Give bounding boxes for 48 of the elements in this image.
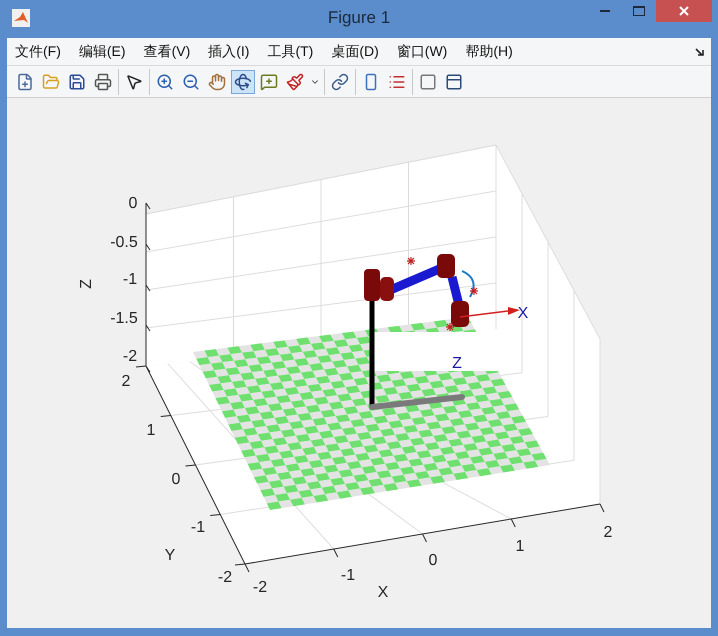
z-tick-label: -1.5	[110, 310, 138, 327]
link-icon	[331, 72, 349, 90]
y-tick-label: 1	[146, 422, 156, 439]
x-tick-label: -1	[340, 567, 356, 584]
y-tick-label: -1	[190, 519, 206, 536]
pointer-icon	[125, 72, 143, 90]
x-tick-label: 1	[516, 538, 524, 555]
y-tick-label: -2	[218, 569, 232, 586]
y-tick-label: 2	[122, 373, 130, 390]
x-tick-label: -2	[252, 579, 268, 596]
hand-icon	[208, 72, 226, 90]
z-tick-label: -0.5	[110, 234, 138, 251]
brush-icon	[286, 72, 304, 90]
menu-item[interactable]: 工具(T)	[267, 41, 314, 62]
save-icon	[68, 72, 86, 90]
zoom-in-icon	[156, 72, 174, 90]
zoom-out-icon	[182, 72, 200, 90]
menu-item[interactable]: 帮助(H)	[465, 41, 513, 62]
data-tip-icon	[260, 72, 278, 90]
frame-axis-label: Z	[452, 355, 462, 372]
x-axis-title: X	[378, 584, 388, 601]
z-tick-label: -1	[122, 271, 138, 288]
x-tick-label: 2	[604, 524, 612, 541]
frame-axis-label: X	[518, 305, 528, 322]
menu-item[interactable]: 窗口(W)	[396, 41, 448, 62]
printer-icon	[94, 72, 112, 90]
menu-item[interactable]: 文件(F)	[15, 41, 61, 62]
x-tick-label: 0	[428, 552, 438, 569]
z-axis-title: Z	[78, 279, 95, 289]
dock-arrow-icon[interactable]	[695, 46, 705, 56]
y-tick-label: 0	[172, 471, 180, 488]
menu-item[interactable]: 编辑(E)	[78, 41, 126, 62]
rotate-button[interactable]	[231, 70, 255, 94]
panel-icon	[445, 72, 463, 90]
folder-icon	[42, 72, 60, 90]
close-icon	[679, 6, 689, 16]
menu-item[interactable]: 桌面(D)	[331, 41, 379, 62]
menu-item[interactable]: 查看(V)	[144, 41, 190, 62]
y-axis-title: Y	[164, 547, 176, 564]
rotate-icon	[234, 72, 252, 90]
window-title: Figure 1	[326, 7, 392, 30]
z-tick-label: 0	[128, 195, 138, 212]
z-tick-label: -2	[122, 348, 138, 365]
app-logo-icon	[12, 9, 30, 27]
menu-item[interactable]: 插入(I)	[208, 41, 250, 62]
square-icon	[419, 72, 437, 90]
new-file-icon	[16, 72, 34, 90]
close-button[interactable]	[656, 0, 712, 22]
